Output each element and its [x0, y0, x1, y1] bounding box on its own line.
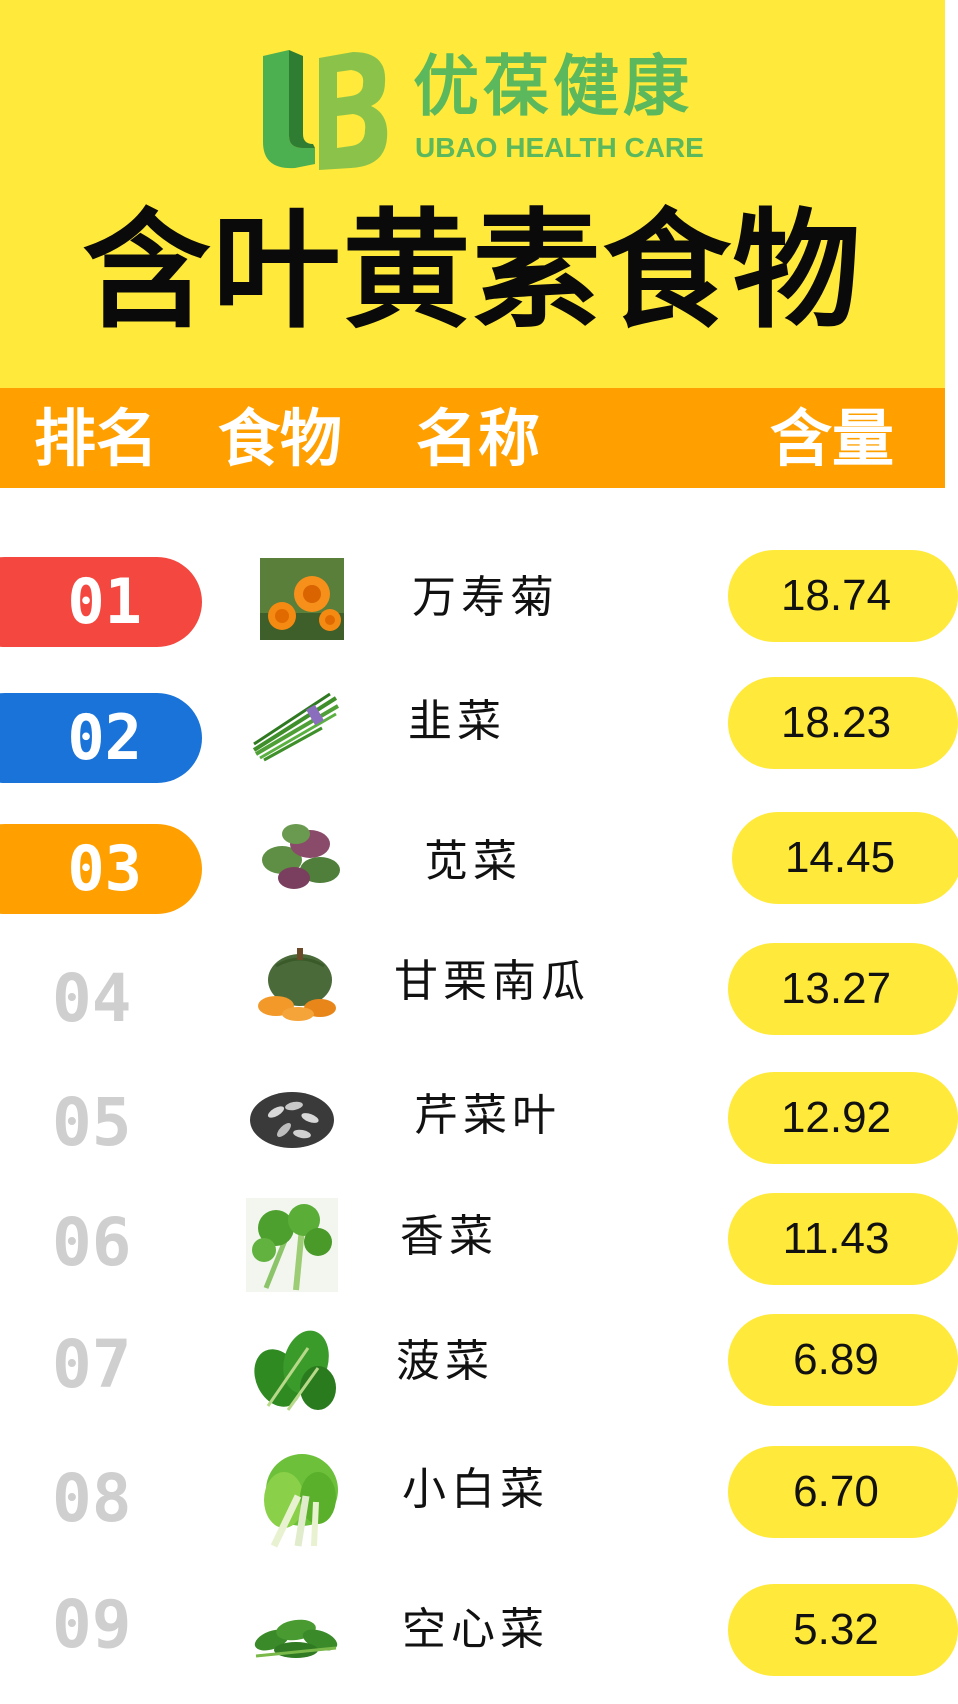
rank-number: 07	[52, 1326, 132, 1403]
value-badge: 12.92	[728, 1072, 958, 1164]
lutein-value: 13.27	[780, 964, 892, 1013]
marigold-image	[260, 558, 344, 640]
water-spinach-image	[254, 1619, 338, 1658]
rank-number: 09	[52, 1586, 132, 1663]
spinach-image	[254, 1330, 336, 1411]
brand-logo: 优葆健康 UBAO HEALTH CARE	[255, 44, 715, 174]
chives-image	[252, 692, 340, 762]
value-badge: 5.32	[728, 1584, 958, 1676]
food-name: 菠菜	[396, 1336, 494, 1387]
hero-banner: 优葆健康 UBAO HEALTH CARE 含叶黄素食物	[0, 0, 945, 388]
lutein-value: 11.43	[782, 1214, 890, 1263]
lutein-value: 18.23	[780, 698, 892, 747]
header-amount: 含量	[770, 402, 895, 475]
rank-number: 06	[52, 1204, 132, 1281]
pumpkin-image	[258, 948, 336, 1021]
value-badge: 18.74	[728, 550, 958, 642]
value-badge: 11.43	[728, 1193, 958, 1285]
food-name: 甘栗南瓜	[394, 956, 590, 1007]
value-badge: 13.27	[728, 943, 958, 1035]
rank-number: 03	[67, 832, 142, 905]
brand-name-en: UBAO HEALTH CARE	[415, 132, 704, 163]
value-badge: 6.70	[728, 1446, 958, 1538]
brand-name-cn: 优葆健康	[413, 48, 693, 125]
header-food: 食物	[218, 402, 343, 475]
celery-leaf-image	[250, 1092, 334, 1148]
rank-badge: 01	[0, 557, 202, 647]
lutein-value: 6.70	[793, 1467, 879, 1516]
food-name: 小白菜	[402, 1464, 549, 1515]
lutein-value: 5.32	[793, 1605, 879, 1654]
lutein-value: 12.92	[780, 1093, 892, 1142]
header-name: 名称	[416, 402, 541, 475]
lutein-value: 6.89	[793, 1335, 879, 1384]
amaranth-image	[262, 824, 340, 889]
table-header: 排名 食物 名称 含量	[0, 388, 945, 488]
food-name: 香菜	[400, 1211, 498, 1262]
rank-number: 05	[52, 1084, 132, 1161]
header-rank: 排名	[34, 402, 159, 475]
coriander-image	[246, 1198, 338, 1292]
food-name: 芹菜叶	[414, 1090, 561, 1141]
rank-number: 04	[52, 960, 132, 1037]
value-badge: 18.23	[728, 677, 958, 769]
food-name: 空心菜	[402, 1604, 549, 1655]
rank-number: 01	[67, 565, 142, 638]
food-name: 苋菜	[424, 836, 522, 887]
bok-choy-image	[264, 1454, 338, 1548]
rank-badge: 03	[0, 824, 202, 914]
lutein-value: 14.45	[784, 833, 896, 882]
food-name: 万寿菊	[412, 572, 559, 623]
food-name: 韭菜	[408, 696, 506, 747]
rank-number: 02	[67, 701, 142, 774]
ub-logo-icon	[263, 50, 388, 170]
lutein-value: 18.74	[780, 571, 892, 620]
rank-badge: 02	[0, 693, 202, 783]
value-badge: 14.45	[732, 812, 958, 904]
value-badge: 6.89	[728, 1314, 958, 1406]
page-title: 含叶黄素食物	[82, 197, 863, 346]
rank-number: 08	[52, 1460, 132, 1537]
